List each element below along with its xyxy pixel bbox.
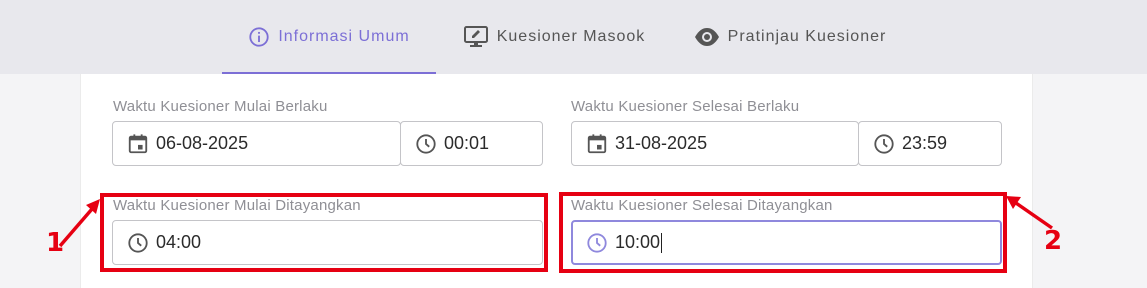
annotation-marker-1: 1 <box>46 228 65 258</box>
arrow-1 <box>58 199 100 248</box>
annotation-arrows <box>58 196 1053 248</box>
annotation-marker-2: 2 <box>1044 226 1063 256</box>
arrow-2 <box>1006 196 1053 230</box>
